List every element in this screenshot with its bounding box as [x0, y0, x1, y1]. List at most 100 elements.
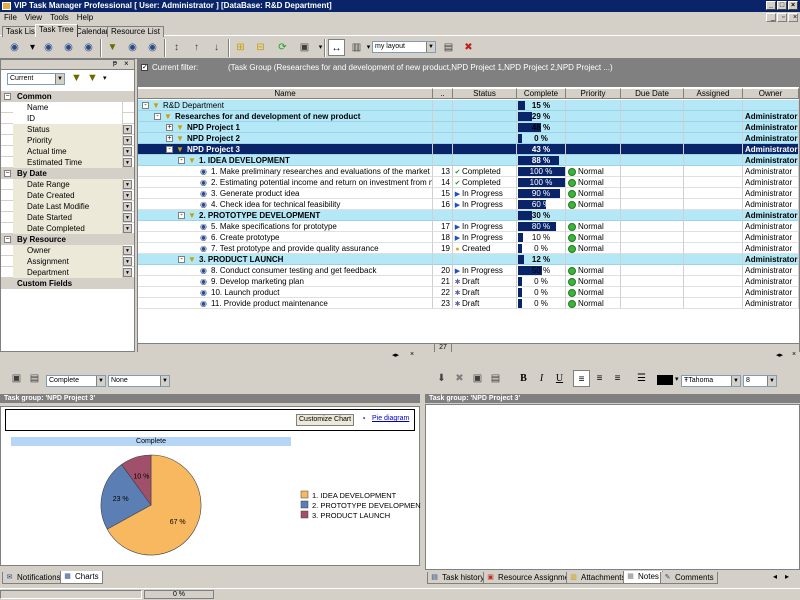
collapse-icon[interactable]: -	[166, 146, 173, 153]
notes-editor[interactable]	[425, 404, 800, 570]
filter-field[interactable]: Date Started ▼	[1, 212, 134, 223]
move-down-icon[interactable]: ↓	[208, 39, 225, 56]
panel-close-icon[interactable]: ×	[410, 351, 414, 358]
new-task-icon[interactable]: ◉	[6, 39, 23, 56]
task-row[interactable]: ◉ 8. Conduct consumer testing and get fee…	[138, 265, 799, 276]
dropdown-icon[interactable]: ▾	[24, 39, 41, 56]
maximize-button[interactable]: □	[777, 1, 787, 10]
delete-layout-icon[interactable]: ✖	[460, 39, 477, 56]
filter-section-by-resource[interactable]: − By Resource	[1, 234, 134, 245]
task-row[interactable]: ◉ 6. Create prototype 18 ▶ In Progress 10 % No…	[138, 232, 799, 243]
collapse-tree-icon[interactable]: ⊟	[252, 39, 269, 56]
tab-notifications[interactable]: ✉ Notifications	[2, 572, 65, 584]
delete-task-icon[interactable]: ◉	[80, 39, 97, 56]
chart-field-select[interactable]: Complete ▼	[46, 375, 106, 387]
customize-chart-button[interactable]: Customize Chart	[296, 414, 355, 426]
filter-field[interactable]: ID	[1, 113, 134, 124]
chevron-down-icon[interactable]: ▼	[123, 246, 132, 255]
clear-filter-icon[interactable]: ▼	[87, 72, 98, 84]
filter-checkbox[interactable]: ✓	[141, 64, 148, 71]
collapse-icon[interactable]: -	[142, 102, 149, 109]
bullets-button[interactable]: ☰	[633, 370, 650, 387]
chevron-down-icon[interactable]: ▼	[123, 125, 132, 134]
filter-field[interactable]: Owner ▼	[1, 245, 134, 256]
menu-file[interactable]: File	[0, 12, 21, 24]
filter-field[interactable]: Estimated Time ▼	[1, 157, 134, 168]
print-icon[interactable]: ▣	[8, 370, 25, 387]
fit-columns-icon[interactable]: ↔	[328, 39, 345, 56]
filter-field[interactable]: Priority ▼	[1, 135, 134, 146]
mdi-close-button[interactable]: ×	[788, 13, 798, 22]
column-header-name[interactable]: Name	[138, 88, 433, 99]
filter-icon[interactable]: ▼	[104, 39, 121, 56]
group-row[interactable]: - ▼ NPD Project 3 43 % Administrator	[138, 144, 799, 155]
chart-group-select[interactable]: None ▼	[108, 375, 170, 387]
filter-field[interactable]: Name	[1, 102, 134, 113]
group-row[interactable]: - ▼ R&D Department 15 %	[138, 100, 799, 111]
menu-tools[interactable]: Tools	[46, 12, 73, 24]
task-row[interactable]: ◉ 9. Develop marketing plan 21 ✱ Draft 0 % Nor…	[138, 276, 799, 287]
chevron-down-icon[interactable]: ▼	[123, 191, 132, 200]
chevron-down-icon[interactable]: ▼	[123, 136, 132, 145]
panel-close-icon[interactable]: ×	[124, 59, 129, 68]
filter-field[interactable]: Date Completed ▼	[1, 223, 134, 234]
collapse-icon[interactable]: -	[178, 212, 185, 219]
tab-task-tree[interactable]: Task Tree	[35, 24, 78, 37]
align-left-button[interactable]: ≡	[573, 370, 590, 387]
print-preview-icon[interactable]: ▤	[487, 370, 504, 387]
expand-icon[interactable]: +	[166, 124, 173, 131]
print-icon[interactable]: ▣	[296, 39, 313, 56]
expand-tree-icon[interactable]: ⊞	[232, 39, 249, 56]
filter-icon[interactable]: ▼	[71, 72, 82, 84]
import-icon[interactable]: ⬇	[433, 370, 450, 387]
menu-view[interactable]: View	[21, 12, 46, 24]
chevron-down-icon[interactable]: ▼	[123, 224, 132, 233]
group-row[interactable]: - ▼ 2. PROTOTYPE DEVELOPMENT 30 % Administra…	[138, 210, 799, 221]
layout-select[interactable]: my layout ▼	[372, 41, 436, 53]
collapse-icon[interactable]: −	[4, 93, 11, 100]
expand-icon[interactable]: +	[166, 135, 173, 142]
filter-view-select[interactable]: Current ▼	[7, 73, 65, 85]
minimize-button[interactable]: _	[766, 1, 776, 10]
task-row[interactable]: ◉ 10. Launch product 22 ✱ Draft 0 % Normal Admi…	[138, 287, 799, 298]
chevron-down-icon[interactable]: ▼	[123, 158, 132, 167]
chevron-down-icon[interactable]: ▼	[123, 147, 132, 156]
filter-section-common[interactable]: − Common	[1, 91, 134, 102]
task-row[interactable]: ◉ 3. Generate product idea 15 ▶ In Progress 9…	[138, 188, 799, 199]
mdi-restore-button[interactable]: ▫	[777, 13, 787, 22]
column-header-id[interactable]: ..	[433, 88, 453, 99]
task-row[interactable]: ◉ 2. Estimating potential income and retu…	[138, 177, 799, 188]
font-select[interactable]: ŦTahoma ▼	[681, 375, 741, 387]
font-color-swatch[interactable]	[657, 375, 673, 385]
filter-dropdown-icon[interactable]: ▾	[103, 74, 107, 82]
move-icon[interactable]: ↕	[168, 39, 185, 56]
chevron-down-icon[interactable]: ▼	[123, 257, 132, 266]
chevron-down-icon[interactable]: ▼	[123, 213, 132, 222]
filter-field[interactable]: Date Created ▼	[1, 190, 134, 201]
tabs-scroll-left-icon[interactable]: ◂	[773, 572, 777, 581]
group-row[interactable]: + ▼ NPD Project 1 48 % Administrator	[138, 122, 799, 133]
task-row[interactable]: ◉ 5. Make specifications for prototype 17 ▶…	[138, 221, 799, 232]
tab-task-history[interactable]: ▤ Task history	[427, 572, 489, 584]
collapse-icon[interactable]: -	[178, 256, 185, 263]
align-center-button[interactable]: ≡	[591, 370, 608, 387]
filter-field[interactable]: Department ▼	[1, 267, 134, 278]
align-right-button[interactable]: ≡	[609, 370, 626, 387]
font-color-dropdown-icon[interactable]: ▾	[675, 375, 679, 383]
filter-section-by-date[interactable]: − By Date	[1, 168, 134, 179]
print-preview-icon[interactable]: ▤	[26, 370, 43, 387]
panel-close-icon[interactable]: ×	[792, 351, 796, 358]
tabs-scroll-right-icon[interactable]: ▸	[785, 572, 789, 581]
group-row[interactable]: - ▼ 3. PRODUCT LAUNCH 12 % Administrator	[138, 254, 799, 265]
column-header-priority[interactable]: Priority	[566, 88, 621, 99]
group-row[interactable]: - ▼ 1. IDEA DEVELOPMENT 88 % Administrator	[138, 155, 799, 166]
ungroup-task-icon[interactable]: ◉	[144, 39, 161, 56]
print-dropdown-icon[interactable]: ▾	[312, 39, 329, 56]
collapse-icon[interactable]: −	[4, 170, 11, 177]
group-row[interactable]: - ▼ Researches for and development of new …	[138, 111, 799, 122]
save-layout-icon[interactable]: ▤	[440, 39, 457, 56]
task-properties-icon[interactable]: ◉	[60, 39, 77, 56]
collapse-icon[interactable]: -	[178, 157, 185, 164]
group-task-icon[interactable]: ◉	[124, 39, 141, 56]
underline-button[interactable]: U	[551, 370, 568, 387]
